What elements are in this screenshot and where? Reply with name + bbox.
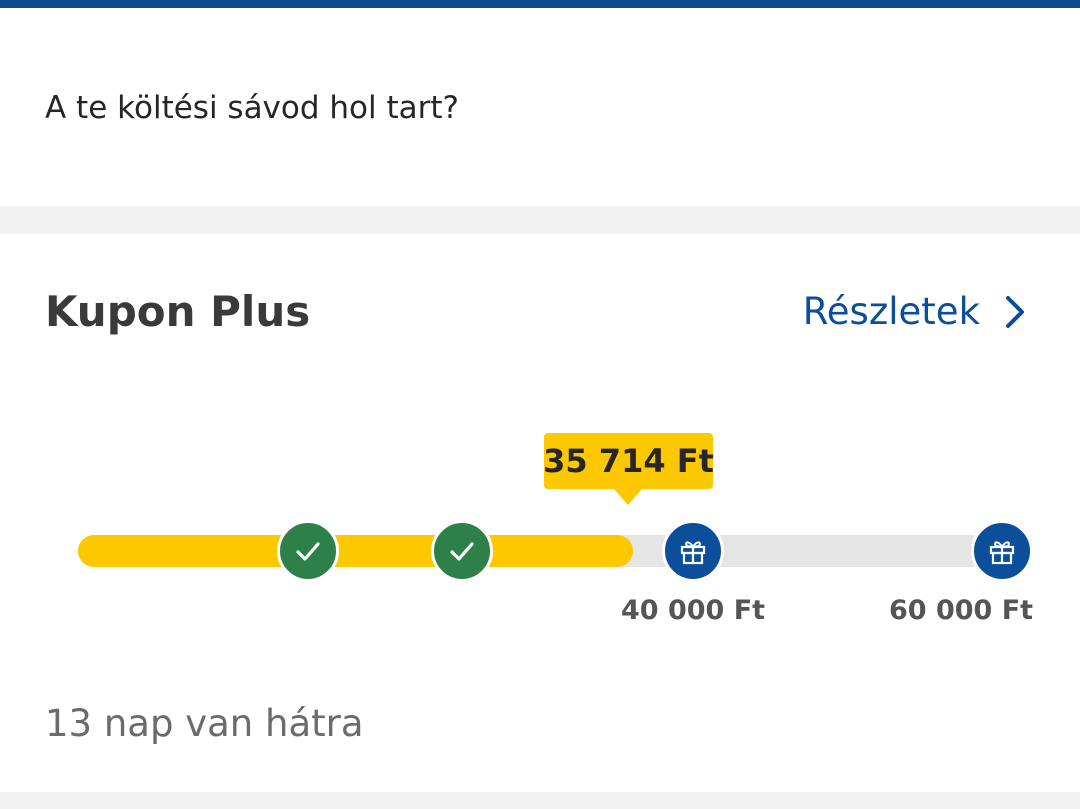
progress-fill xyxy=(78,535,633,567)
details-link-label: Részletek xyxy=(802,290,980,333)
milestone-label-40000: 40 000 Ft xyxy=(621,595,766,626)
spending-progress: 35 714 Ft 40 000 Ft 60 000 Ft xyxy=(0,424,1080,644)
chevron-right-icon xyxy=(1000,292,1030,332)
milestone-reward-60000 xyxy=(971,520,1033,582)
check-icon xyxy=(450,542,474,561)
top-header-bar xyxy=(0,0,1080,8)
milestone-label-60000: 60 000 Ft xyxy=(889,595,1034,626)
spending-question-card: A te költési sávod hol tart? xyxy=(0,8,1080,206)
current-amount: 35 714 Ft xyxy=(543,442,714,480)
bubble-pointer xyxy=(613,488,643,505)
spending-question-text: A te költési sávod hol tart? xyxy=(45,90,459,126)
details-link[interactable]: Részletek xyxy=(803,288,1030,336)
milestone-reward-40000 xyxy=(662,520,724,582)
days-remaining-text: 13 nap van hátra xyxy=(45,702,364,745)
gift-icon xyxy=(989,541,1015,565)
milestone-completed-1 xyxy=(277,520,339,582)
check-icon xyxy=(296,542,320,561)
kupon-plus-card: Kupon Plus Részletek 35 714 Ft 40 000 Ft… xyxy=(0,234,1080,792)
card-title: Kupon Plus xyxy=(45,287,311,336)
gift-icon xyxy=(680,541,706,565)
milestone-completed-2 xyxy=(431,520,493,582)
current-amount-bubble: 35 714 Ft xyxy=(543,433,714,489)
